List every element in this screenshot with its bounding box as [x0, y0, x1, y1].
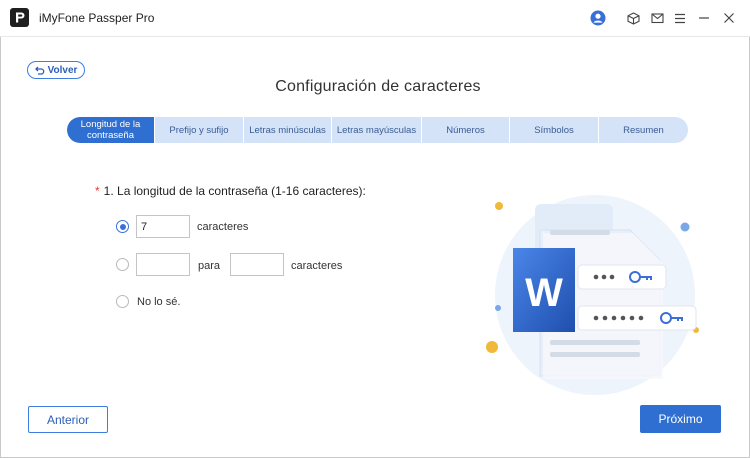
word-document-illustration: W	[480, 190, 710, 400]
step-uppercase[interactable]: Letras mayúsculas	[332, 117, 422, 143]
exact-length-input[interactable]	[136, 215, 190, 238]
page-title: Configuración de caracteres	[275, 78, 481, 95]
previous-button[interactable]: Anterior	[28, 406, 108, 433]
step-numbers[interactable]: Números	[422, 117, 510, 143]
app-logo-icon	[10, 8, 29, 27]
next-button[interactable]: Próximo	[640, 405, 721, 433]
radio-length-range[interactable]	[116, 258, 129, 271]
decor-dot-blue-small	[495, 305, 501, 311]
mail-icon[interactable]	[648, 9, 666, 27]
step-prefix-suffix[interactable]: Prefijo y sufijo	[155, 117, 244, 143]
radio-exact-length[interactable]	[116, 220, 129, 233]
question-label: 1. La longitud de la contraseña (1-16 ca…	[103, 184, 366, 198]
previous-button-label: Anterior	[46, 412, 90, 427]
cube-icon[interactable]	[624, 9, 642, 27]
step-lowercase[interactable]: Letras minúsculas	[244, 117, 332, 143]
range-from-input[interactable]	[136, 253, 190, 276]
back-button[interactable]: Volver	[27, 61, 85, 79]
decor-dot-yellow-small	[495, 202, 503, 210]
step-password-length[interactable]: Longitud de la contraseña	[67, 117, 155, 143]
unknown-length-label: No lo sé.	[137, 296, 181, 308]
back-arrow-icon	[34, 66, 44, 75]
range-suffix: caracteres	[291, 260, 343, 272]
exact-length-suffix: caracteres	[197, 221, 249, 233]
question-text: * 1. La longitud de la contraseña (1-16 c…	[95, 184, 366, 198]
radio-unknown-length[interactable]	[116, 295, 129, 308]
menu-icon[interactable]	[671, 9, 689, 27]
decor-dot-blue	[680, 222, 690, 232]
step-summary[interactable]: Resumen	[599, 117, 688, 143]
minimize-icon[interactable]	[695, 9, 713, 27]
word-letter: W	[525, 271, 563, 315]
range-between-label: para	[198, 260, 221, 272]
steps-bar: Longitud de la contraseña Prefijo y sufi…	[67, 117, 688, 143]
title-bar: iMyFone Passper Pro	[0, 0, 750, 36]
account-icon[interactable]	[589, 9, 607, 27]
required-mark: *	[95, 184, 100, 198]
close-icon[interactable]	[720, 9, 738, 27]
step-symbols[interactable]: Símbolos	[510, 117, 599, 143]
title-bar-divider	[0, 36, 750, 37]
next-button-label: Próximo	[658, 412, 703, 426]
range-to-input[interactable]	[230, 253, 284, 276]
decor-dot-yellow	[486, 341, 498, 353]
app-title: iMyFone Passper Pro	[39, 11, 155, 25]
back-button-label: Volver	[47, 64, 78, 76]
